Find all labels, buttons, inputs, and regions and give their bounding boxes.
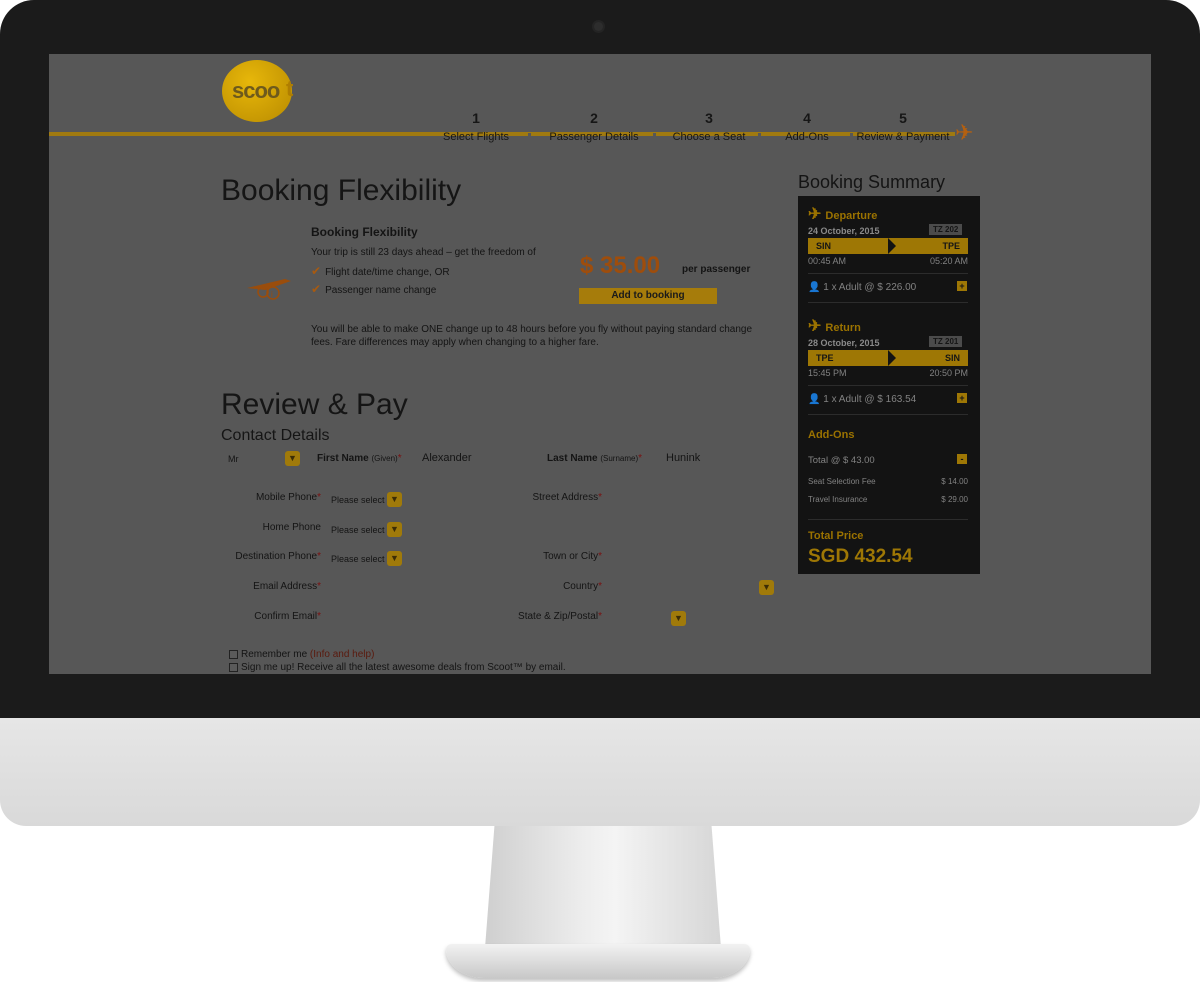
step-divider	[528, 133, 531, 136]
last-name-input[interactable]: Hunink	[666, 452, 700, 464]
add-to-booking-button[interactable]: Add to booking	[579, 288, 717, 304]
booking-summary-heading: Booking Summary	[798, 172, 946, 192]
plane-icon: ✈	[955, 120, 974, 145]
step-3[interactable]: 3 Choose a Seat	[662, 110, 756, 143]
chevron-down-icon[interactable]: ▼	[387, 492, 402, 507]
arrival-time: 05:20 AM	[929, 256, 968, 266]
svg-text:i: i	[271, 290, 273, 299]
total-price-label: Total Price	[808, 530, 864, 542]
departure-date: 24 October, 2015	[808, 226, 880, 236]
plane-icon: ✈	[808, 318, 822, 335]
chevron-down-icon[interactable]: ▼	[387, 551, 402, 566]
destination-phone-select[interactable]: Please select	[331, 554, 385, 564]
divider	[808, 519, 968, 520]
departure-flight-code: TZ 202	[929, 224, 963, 235]
camera-icon	[594, 22, 603, 31]
first-name-input[interactable]: Alexander	[422, 452, 472, 464]
first-name-label: First Name (Given)*	[317, 453, 402, 464]
signup-checkbox[interactable]	[229, 663, 238, 672]
departure-route: SIN TPE	[808, 238, 968, 254]
logo-tail: t	[286, 76, 294, 101]
return-pax: 👤 1 x Adult @ $ 163.54	[808, 394, 917, 405]
divider	[808, 414, 968, 415]
divider	[808, 273, 968, 274]
return-label: ✈ Return	[808, 318, 861, 335]
flex-intro: Your trip is still 23 days ahead – get t…	[311, 247, 536, 258]
scoot-logo[interactable]: scoo	[222, 60, 292, 122]
flex-subtitle: Booking Flexibility	[311, 225, 418, 239]
contact-heading: Contact Details	[221, 427, 330, 444]
monitor-base	[446, 944, 750, 978]
title-select[interactable]: Mr	[228, 454, 239, 464]
return-route: TPE SIN	[808, 350, 968, 366]
screen: scoo t ✈ 1 Select Flights 2 Passenger Deta…	[49, 54, 1151, 674]
monitor-chin	[0, 718, 1200, 826]
chevron-down-icon[interactable]: ▼	[671, 611, 686, 626]
signup-label: Sign me up! Receive all the latest aweso…	[241, 662, 566, 673]
user-icon: 👤	[808, 394, 821, 405]
step-divider	[758, 133, 761, 136]
departure-pax: 👤 1 x Adult @ $ 226.00	[808, 282, 917, 293]
step-5[interactable]: 5 Review & Payment	[849, 110, 957, 143]
return-arrival-time: 20:50 PM	[929, 368, 968, 378]
mobile-phone-select[interactable]: Please select	[331, 495, 385, 505]
insurance-price: $ 29.00	[941, 495, 968, 504]
flex-note-2: fees. Fare differences may apply when ch…	[311, 337, 599, 348]
booking-summary-panel: ✈ Departure TZ 202 24 October, 2015 SIN TP…	[798, 196, 980, 574]
logo-text: scoo	[232, 78, 280, 103]
divider	[808, 385, 968, 386]
user-icon: 👤	[808, 282, 821, 293]
expand-return-button[interactable]: +	[957, 393, 967, 403]
step-2[interactable]: 2 Passenger Details	[539, 110, 649, 143]
insurance-label: Travel Insurance	[808, 495, 868, 504]
check-icon: ✔	[311, 264, 322, 278]
flex-per-passenger: per passenger	[682, 264, 751, 275]
check-icon: ✔	[311, 282, 322, 296]
chevron-down-icon[interactable]: ▼	[759, 580, 774, 595]
review-heading: Review & Pay	[221, 388, 408, 421]
flex-benefit-2: ✔ Passenger name change	[311, 282, 437, 296]
seat-fee-label: Seat Selection Fee	[808, 477, 876, 486]
return-flight-code: TZ 201	[929, 336, 963, 347]
flex-note-1: You will be able to make ONE change up t…	[311, 324, 753, 335]
home-phone-label: Home Phone	[262, 522, 321, 533]
seat-fee-price: $ 14.00	[941, 477, 968, 486]
street-address-label: Street Address*	[532, 492, 603, 503]
destination-phone-label: Destination Phone*	[235, 551, 321, 562]
state-zip-label: State & Zip/Postal*	[518, 611, 602, 622]
addons-label: Add-Ons	[808, 429, 855, 441]
home-phone-select[interactable]: Please select	[331, 525, 385, 535]
divider	[808, 302, 968, 303]
chevron-down-icon[interactable]: ▼	[285, 451, 300, 466]
return-date: 28 October, 2015	[808, 338, 880, 348]
addons-total: Total @ $ 43.00	[808, 455, 875, 466]
monitor-stand	[485, 826, 721, 948]
departure-time: 00:45 AM	[808, 256, 847, 266]
step-1[interactable]: 1 Select Flights	[431, 110, 521, 143]
step-divider	[653, 133, 656, 136]
return-departure-time: 15:45 PM	[808, 368, 847, 378]
flex-price: $ 35.00	[580, 252, 661, 279]
flexibility-icon: i	[247, 279, 291, 300]
departure-label: ✈ Departure	[808, 206, 878, 223]
remember-label: Remember me (Info and help)	[241, 649, 375, 660]
collapse-addons-button[interactable]: -	[957, 454, 967, 464]
town-label: Town or City*	[543, 551, 602, 562]
step-4[interactable]: 4 Add-Ons	[769, 110, 845, 143]
flex-benefit-1: ✔ Flight date/time change, OR	[311, 264, 450, 278]
info-help-link[interactable]: (Info and help)	[310, 649, 375, 660]
country-label: Country*	[563, 581, 602, 592]
expand-departure-button[interactable]: +	[957, 281, 967, 291]
confirm-email-label: Confirm Email*	[254, 611, 321, 622]
total-price-value: SGD 432.54	[808, 546, 913, 567]
flex-heading: Booking Flexibility	[221, 174, 462, 207]
mobile-phone-label: Mobile Phone*	[255, 492, 321, 503]
plane-icon: ✈	[808, 206, 822, 223]
last-name-label: Last Name (Surname)*	[547, 453, 643, 464]
remember-checkbox[interactable]	[229, 650, 238, 659]
chevron-down-icon[interactable]: ▼	[387, 522, 402, 537]
email-label: Email Address*	[253, 581, 321, 592]
